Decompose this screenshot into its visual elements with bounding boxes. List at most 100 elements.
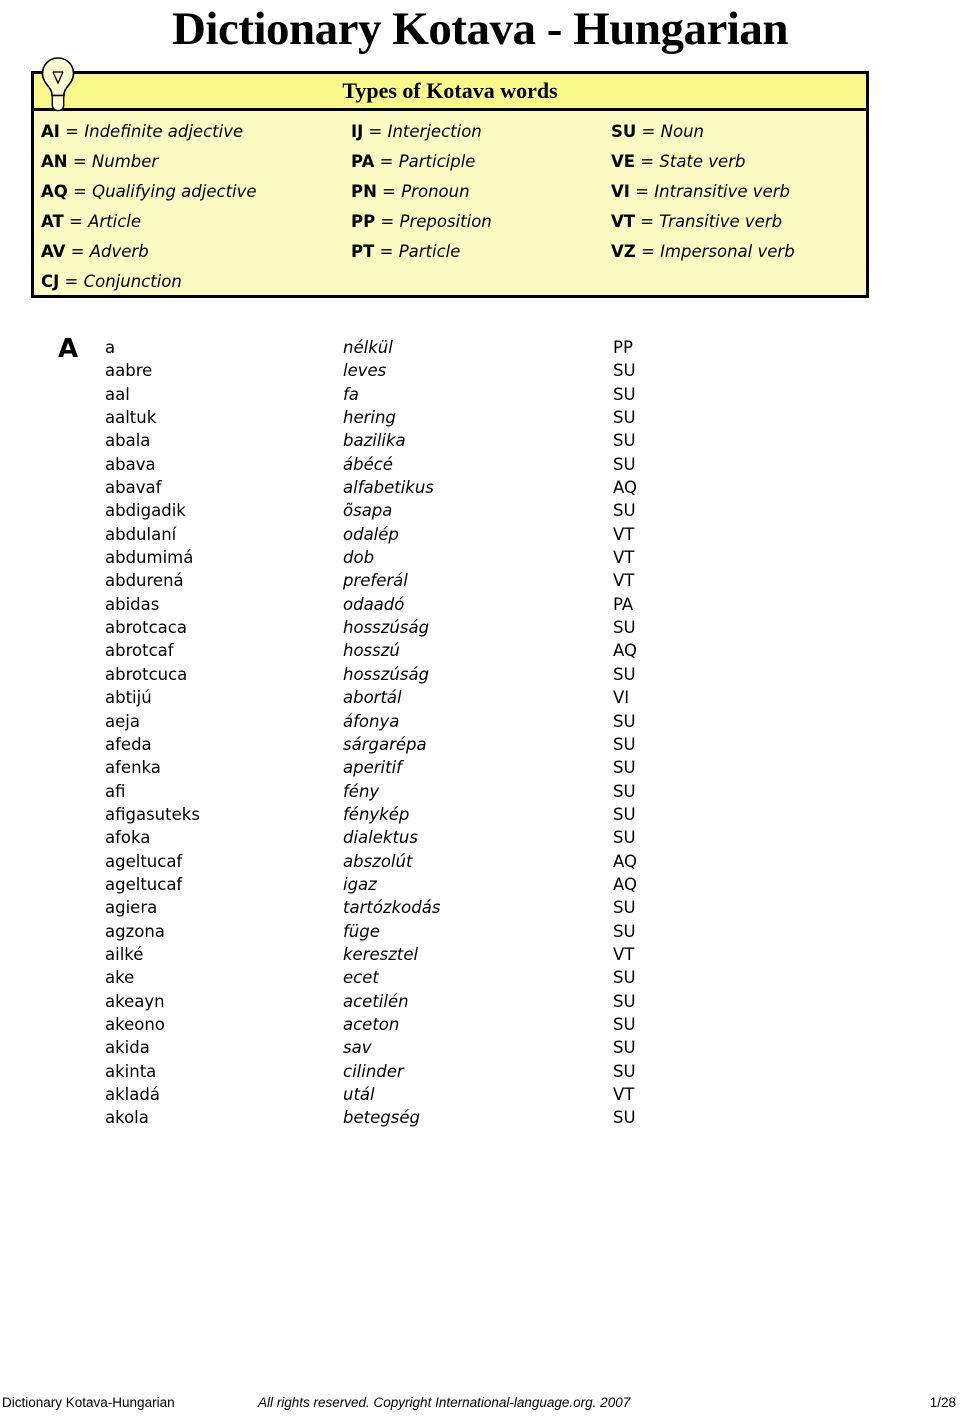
- legend-code: PP: [351, 212, 376, 231]
- dictionary-entry-row: abrotcuca hosszúság SU: [0, 663, 960, 686]
- kotava-word: akida: [105, 1038, 150, 1058]
- legend-entry-pn: PN = Pronoun: [351, 177, 591, 207]
- legend-definition: Number: [91, 152, 159, 171]
- word-type-code: SU: [613, 454, 636, 474]
- legend-body: AI = Indefinite adjective AN = Number AQ =…: [34, 111, 866, 295]
- dictionary-entry-row: ailké keresztel VT: [0, 943, 960, 966]
- hungarian-translation: betegség: [343, 1108, 420, 1128]
- legend-code: PN: [351, 182, 377, 201]
- dictionary-entry-row: afeda sárgarépa SU: [0, 733, 960, 756]
- legend-code: VE: [611, 152, 636, 171]
- kotava-word: ageltucaf: [105, 874, 183, 894]
- legend-definition: Indefinite adjective: [84, 122, 244, 141]
- word-type-code: SU: [613, 804, 636, 824]
- hungarian-translation: hosszú: [343, 641, 400, 661]
- legend-entry-aq: AQ = Qualifying adjective: [41, 177, 351, 207]
- hungarian-translation: hosszúság: [343, 664, 430, 684]
- legend-equals: =: [67, 182, 93, 201]
- kotava-word: abava: [105, 454, 156, 474]
- word-type-code: SU: [613, 968, 636, 988]
- word-type-code: SU: [613, 991, 636, 1011]
- legend-entry-vt: VT = Transitive verb: [611, 207, 866, 237]
- legend-entry-ij: IJ = Interjection: [351, 117, 591, 147]
- word-type-code: VT: [613, 944, 635, 964]
- hungarian-translation: hosszúság: [343, 618, 430, 638]
- word-type-code: VT: [613, 548, 635, 568]
- legend-equals: =: [376, 182, 402, 201]
- hungarian-translation: sav: [343, 1038, 372, 1058]
- dictionary-entry-row: akladá utál VT: [0, 1083, 960, 1106]
- dictionary-entry-row: akeono aceton SU: [0, 1013, 960, 1036]
- word-type-code: SU: [613, 361, 636, 381]
- legend-code: VI: [611, 182, 630, 201]
- hungarian-translation: bazilika: [343, 431, 406, 451]
- hungarian-translation: aceton: [343, 1014, 400, 1034]
- hungarian-translation: áfonya: [343, 711, 400, 731]
- word-type-code: AQ: [613, 641, 637, 661]
- legend-entry-ve: VE = State verb: [611, 147, 866, 177]
- kotava-word: akinta: [105, 1061, 157, 1081]
- hungarian-translation: cilinder: [343, 1061, 404, 1081]
- kotava-word: akeayn: [105, 991, 165, 1011]
- page-title: Dictionary Kotava - Hungarian: [171, 3, 789, 55]
- kotava-word: aeja: [105, 711, 140, 731]
- legend-entry-pa: PA = Participle: [351, 147, 591, 177]
- legend-equals: =: [65, 242, 90, 261]
- kotava-word: akeono: [105, 1014, 165, 1034]
- legend-equals: =: [363, 122, 388, 141]
- legend-definition: Participle: [398, 152, 476, 171]
- hungarian-translation: tartózkodás: [343, 898, 441, 918]
- kotava-word: abrotcaf: [105, 641, 174, 661]
- hungarian-translation: acetilén: [343, 991, 409, 1011]
- word-type-code: SU: [613, 501, 636, 521]
- legend-definition: Particle: [398, 242, 461, 261]
- hungarian-translation: dialektus: [343, 828, 418, 848]
- hungarian-translation: dob: [343, 548, 375, 568]
- word-type-code: SU: [613, 921, 636, 941]
- legend-equals: =: [374, 242, 399, 261]
- legend-header-label: Types of Kotava words: [342, 78, 558, 103]
- dictionary-entry-row: akola betegség SU: [0, 1106, 960, 1129]
- legend-code: AT: [41, 212, 64, 231]
- hungarian-translation: keresztel: [343, 944, 419, 964]
- hungarian-translation: abortál: [343, 688, 402, 708]
- legend-code: PA: [351, 152, 375, 171]
- word-type-code: PA: [613, 594, 634, 614]
- kotava-word: afoka: [105, 828, 151, 848]
- kotava-word: abtijú: [105, 688, 152, 708]
- hungarian-translation: sárgarépa: [343, 734, 427, 754]
- dictionary-entry-row: afenka aperitif SU: [0, 756, 960, 779]
- kotava-word: afi: [105, 781, 126, 801]
- legend-definition: Conjunction: [83, 272, 182, 291]
- kotava-word: abrotcaca: [105, 618, 187, 638]
- kotava-word: agzona: [105, 921, 165, 941]
- legend-definition: Qualifying adjective: [92, 182, 257, 201]
- word-type-code: SU: [613, 1038, 636, 1058]
- word-type-code: SU: [613, 1108, 636, 1128]
- legend-code: SU: [611, 122, 637, 141]
- hungarian-translation: fénykép: [343, 804, 410, 824]
- dictionary-entry-row: ageltucaf abszolút AQ: [0, 850, 960, 873]
- dictionary-entry-row: ake ecet SU: [0, 966, 960, 989]
- legend-equals: =: [629, 182, 655, 201]
- dictionary-entry-row: afoka dialektus SU: [0, 826, 960, 849]
- kotava-word: abdurená: [105, 571, 184, 591]
- hungarian-translation: leves: [343, 361, 387, 381]
- legend-equals: =: [635, 152, 660, 171]
- dictionary-entry-row: abrotcaca hosszúság SU: [0, 616, 960, 639]
- hungarian-translation: abszolút: [343, 851, 413, 871]
- legend-column-2: IJ = Interjection PA = Participle PN = Pro…: [351, 117, 591, 267]
- kotava-word: aal: [105, 384, 130, 404]
- hungarian-translation: aperitif: [343, 758, 402, 778]
- dictionary-entry-row: ageltucaf igaz AQ: [0, 873, 960, 896]
- legend-entry-pt: PT = Particle: [351, 237, 591, 267]
- legend-equals: =: [636, 122, 661, 141]
- footer-page-number: 1/28: [929, 1395, 956, 1410]
- word-type-code: SU: [613, 898, 636, 918]
- kotava-word: afigasuteks: [105, 804, 200, 824]
- word-type-code: VT: [613, 1085, 635, 1104]
- dictionary-entry-row: akeayn acetilén SU: [0, 990, 960, 1013]
- dictionary-entry-row: afi fény SU: [0, 780, 960, 803]
- lightbulb-icon: [39, 56, 77, 114]
- legend-equals: =: [635, 212, 660, 231]
